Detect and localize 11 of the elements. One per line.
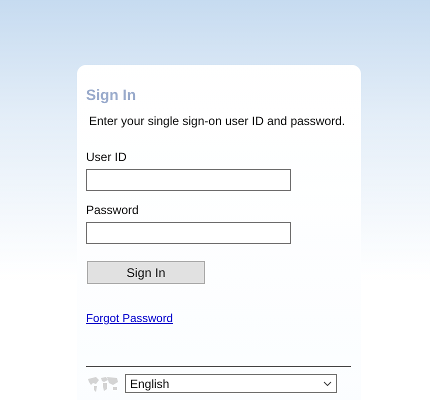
language-select[interactable]: English xyxy=(125,374,337,393)
input-field[interactable] xyxy=(86,222,291,244)
input-field[interactable] xyxy=(86,169,291,191)
world-map-icon xyxy=(86,374,120,392)
sign-in-button[interactable]: Sign In xyxy=(87,261,205,284)
field-label: User ID xyxy=(86,150,128,164)
chevron-down-icon xyxy=(323,380,332,386)
field-label: Password xyxy=(86,203,140,217)
instruction-text: Enter your single sign-on user ID and password. xyxy=(89,114,346,128)
sign-in-title: Sign In xyxy=(86,87,137,105)
forgot-password-link[interactable]: Forgot Password xyxy=(86,313,173,325)
